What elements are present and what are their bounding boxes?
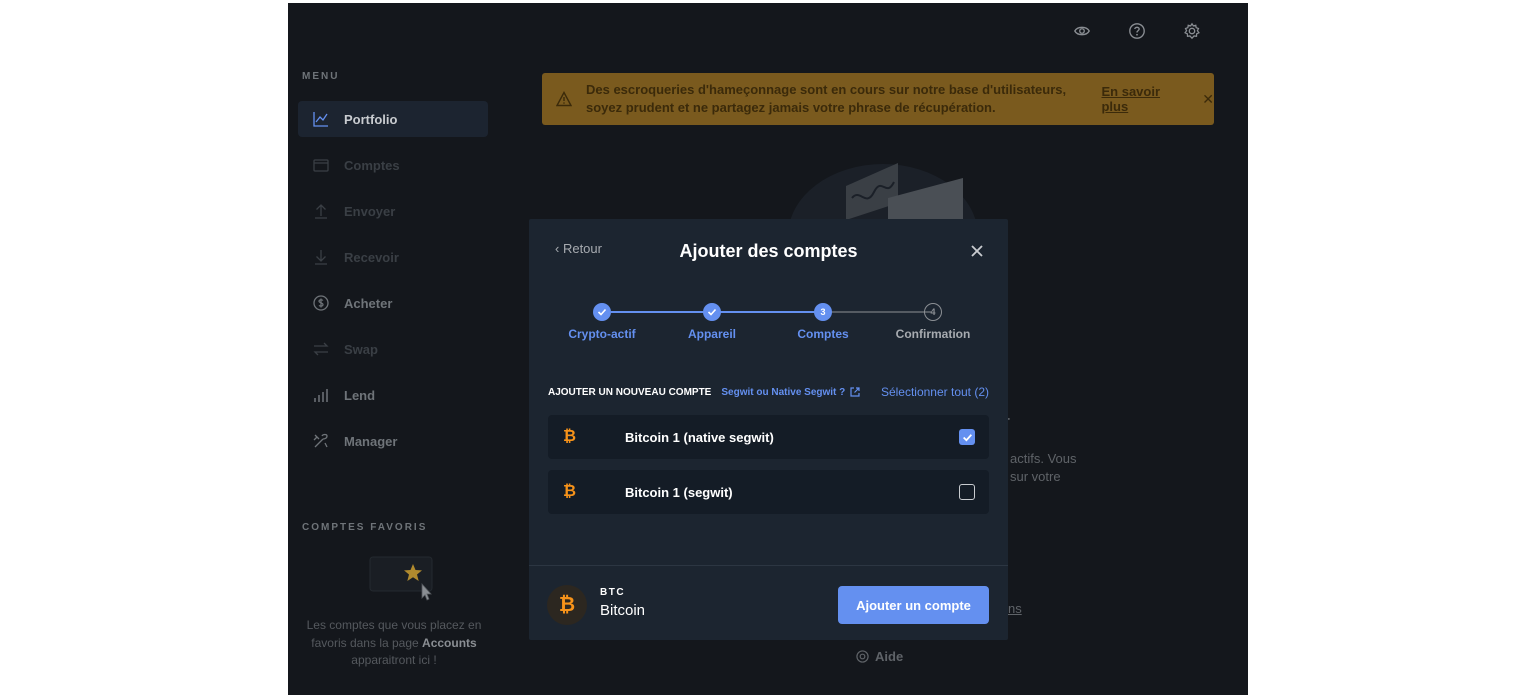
modal-title: Ajouter des comptes	[679, 241, 858, 261]
favorites-empty-text: Les comptes que vous placez en favoris d…	[302, 617, 486, 670]
coin-name: Bitcoin	[600, 602, 646, 619]
coin-ticker: BTC	[600, 587, 626, 598]
chart-line-icon	[312, 110, 330, 128]
add-accounts-modal: ‹ Retour Ajouter des comptes 3 4 Crypto-…	[529, 219, 1008, 640]
sidebar-item-portfolio[interactable]: Portfolio	[298, 101, 488, 137]
stepper-progress-line	[611, 311, 831, 313]
step-2-check-icon	[703, 303, 721, 321]
wallet-icon	[312, 156, 330, 174]
favorites-text-part: apparaitront ici !	[351, 653, 437, 667]
step-label: Comptes	[797, 327, 849, 341]
background-link: ns	[1008, 601, 1022, 616]
sidebar-item-label: Acheter	[344, 295, 393, 311]
add-account-button[interactable]: Ajouter un compte	[838, 586, 989, 624]
stepper-remaining-line	[831, 311, 931, 313]
help-icon[interactable]	[1127, 21, 1147, 41]
background-text: actifs. Vous	[1010, 451, 1077, 466]
banner-close-icon[interactable]: ✕	[1202, 91, 1214, 108]
select-all-link[interactable]: Sélectionner tout (2)	[881, 385, 989, 399]
external-link-icon	[850, 387, 860, 397]
step-label: Appareil	[687, 327, 736, 341]
bars-icon	[312, 386, 330, 404]
sidebar-item-recevoir[interactable]: Recevoir	[298, 239, 488, 275]
step-3-number: 3	[814, 303, 832, 321]
close-icon[interactable]	[969, 243, 985, 259]
segwit-help-link[interactable]: Segwit ou Native Segwit ?	[721, 387, 860, 398]
warning-icon	[556, 91, 572, 107]
arrow-down-icon	[312, 248, 330, 266]
app-window: MENU Portfolio Comptes Envoyer Recevoir …	[288, 3, 1248, 695]
sidebar-item-label: Manager	[344, 433, 398, 449]
settings-gear-icon[interactable]	[1182, 21, 1202, 41]
dollar-circle-icon	[312, 294, 330, 312]
sidebar-item-lend[interactable]: Lend	[298, 377, 488, 413]
lifebuoy-icon	[856, 650, 869, 663]
sidebar-item-swap[interactable]: Swap	[298, 331, 488, 367]
bitcoin-icon: ₿	[563, 428, 577, 445]
empty-portfolio-illustration	[788, 158, 978, 308]
step-label: Crypto-actif	[568, 327, 636, 341]
account-name: Bitcoin 1 (segwit)	[625, 484, 733, 500]
sidebar-item-label: Envoyer	[344, 203, 396, 219]
background-text: sur votre	[1010, 469, 1061, 484]
sidebar-item-acheter[interactable]: Acheter	[298, 285, 488, 321]
eye-icon[interactable]	[1072, 21, 1092, 41]
sidebar-item-label: Swap	[344, 341, 378, 357]
banner-text: Des escroqueries d'hameçonnage sont en c…	[585, 82, 1067, 115]
sidebar-item-comptes[interactable]: Comptes	[298, 147, 488, 183]
account-checkbox-checked[interactable]	[959, 429, 975, 445]
phishing-warning-banner: Des escroqueries d'hameçonnage sont en c…	[542, 73, 1214, 125]
account-row[interactable]: ₿ Bitcoin 1 (native segwit)	[548, 415, 989, 459]
star-cursor-icon	[364, 554, 434, 604]
segwit-link-label: Segwit ou Native Segwit ?	[721, 386, 846, 398]
sidebar-item-label: Portfolio	[344, 111, 398, 127]
help-link[interactable]: Aide	[856, 649, 903, 664]
account-name: Bitcoin 1 (native segwit)	[625, 429, 774, 445]
favorites-text-bold: Accounts	[422, 635, 477, 650]
bitcoin-coin-icon: ₿	[547, 585, 587, 625]
tools-icon	[312, 432, 330, 450]
sidebar-item-manager[interactable]: Manager	[298, 423, 488, 459]
sidebar-item-label: Lend	[344, 387, 376, 403]
bitcoin-icon: ₿	[563, 483, 577, 500]
sidebar-item-envoyer[interactable]: Envoyer	[298, 193, 488, 229]
modal-divider	[529, 565, 1008, 566]
step-1-check-icon	[593, 303, 611, 321]
help-label: Aide	[875, 649, 904, 664]
add-new-account-title: AJOUTER UN NOUVEAU COMPTE	[548, 386, 712, 398]
stepper: 3 4 Crypto-actif Appareil Comptes Confir…	[529, 303, 1008, 353]
favorites-title: COMPTES FAVORIS	[302, 522, 428, 533]
add-account-header: AJOUTER UN NOUVEAU COMPTE Segwit ou Nati…	[548, 385, 989, 399]
swap-icon	[312, 340, 330, 358]
menu-title: MENU	[302, 71, 340, 82]
sidebar-item-label: Comptes	[344, 157, 400, 173]
step-label: Confirmation	[895, 327, 971, 341]
banner-learn-more-link[interactable]: En savoir plus	[1101, 84, 1190, 114]
sidebar-item-label: Recevoir	[344, 249, 399, 265]
arrow-up-icon	[312, 202, 330, 220]
account-checkbox-unchecked[interactable]	[959, 484, 975, 500]
account-row[interactable]: ₿ Bitcoin 1 (segwit)	[548, 470, 989, 514]
step-4-number: 4	[924, 303, 942, 321]
